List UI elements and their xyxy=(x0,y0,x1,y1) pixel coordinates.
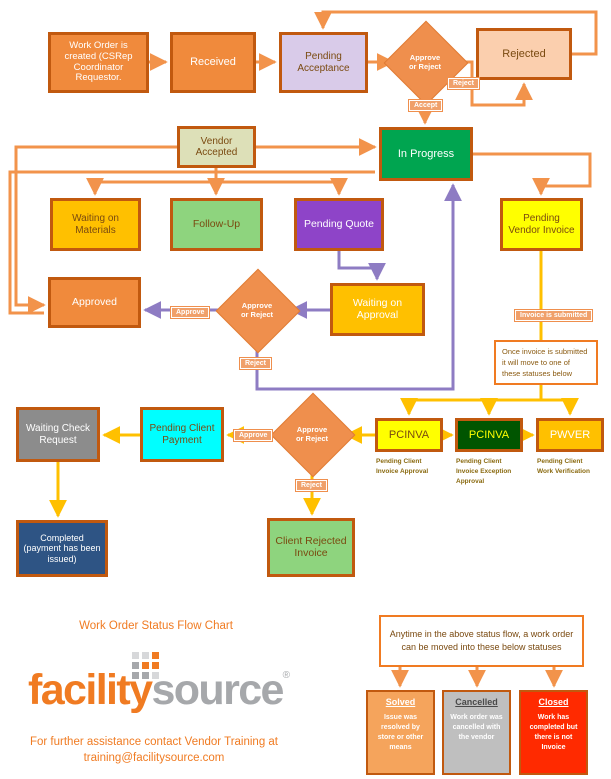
node-pending-client-payment[interactable]: Pending Client Payment xyxy=(140,407,224,462)
status-cancelled[interactable]: Cancelled Work order was cancelled with t… xyxy=(442,690,511,775)
node-label: Waiting Check Request xyxy=(25,423,91,446)
node-waiting-on-approval[interactable]: Waiting on Approval xyxy=(330,283,425,336)
decision-label-approve-or-reject-quote: Approve or Reject xyxy=(227,296,287,324)
node-vendor-accepted[interactable]: Vendor Accepted xyxy=(177,126,256,168)
node-label: Follow-Up xyxy=(192,217,241,230)
decision-label-approve-or-reject-invoice: Approve or Reject xyxy=(282,420,342,448)
logo-word-facility: facility xyxy=(28,666,153,714)
page-title: Work Order Status Flow Chart xyxy=(79,620,233,632)
decision-label-line2: or Reject xyxy=(295,434,329,443)
edge-label-tag-reject-invoice: Reject xyxy=(296,480,328,491)
edge-label-tag-reject-quote: Reject xyxy=(240,358,272,369)
callout-invoice-statuses: Once invoice is submitted it will move t… xyxy=(494,340,598,385)
decision-label-line2: or Reject xyxy=(408,62,442,71)
subnote-pcinva-exception: Pending Client Invoice Exception Approva… xyxy=(456,458,512,486)
node-label: In Progress xyxy=(397,147,455,160)
status-title: Cancelled xyxy=(455,697,498,707)
node-completed[interactable]: Completed (payment has been issued) xyxy=(16,520,108,577)
node-pcinva[interactable]: PCINVA xyxy=(375,418,443,452)
node-in-progress[interactable]: In Progress xyxy=(379,127,473,181)
decision-label-line1: Approve xyxy=(241,300,273,310)
decision-label-line2: or Reject xyxy=(240,310,274,319)
node-label: PCINVA xyxy=(468,428,510,441)
contact-text: For further assistance contact Vendor Tr… xyxy=(29,736,279,764)
node-pending-quote[interactable]: Pending Quote xyxy=(294,198,384,251)
node-label: Waiting on Approval xyxy=(352,296,403,321)
status-closed[interactable]: Closed Work has completed but there is no… xyxy=(519,690,588,775)
node-pwver[interactable]: PWVER xyxy=(536,418,604,452)
logo-wordmark: facilitysource xyxy=(28,666,284,715)
edge-label-tag-reject-acceptance: Reject xyxy=(448,78,480,89)
node-received[interactable]: Received xyxy=(170,32,256,93)
node-label: Work Order is created (CSRep Coordinator… xyxy=(64,40,133,84)
node-label: Approved xyxy=(72,295,117,308)
status-body: Work order was cancelled with the vendor xyxy=(450,714,503,742)
node-label: Waiting on Materials xyxy=(72,213,119,236)
decision-label-line1: Approve xyxy=(296,424,328,434)
node-label: Vendor Accepted xyxy=(195,135,238,158)
callout-anytime-statuses: Anytime in the above status flow, a work… xyxy=(379,615,584,667)
edge-label-tag-invoice-submitted: Invoice is submitted xyxy=(515,310,593,321)
node-label: Pending Client Payment xyxy=(149,423,215,446)
node-label: Rejected xyxy=(502,47,546,60)
node-pcinva-exception[interactable]: PCINVA xyxy=(455,418,523,452)
status-body: Issue was resolved by store or other mea… xyxy=(377,714,424,752)
node-pending-acceptance[interactable]: Pending Acceptance xyxy=(279,32,368,93)
node-label: Pending Acceptance xyxy=(297,51,350,74)
node-waiting-check-request[interactable]: Waiting Check Request xyxy=(16,407,100,462)
logo-word-source: source xyxy=(151,666,284,714)
node-label: Client Rejected Invoice xyxy=(275,534,347,559)
subnote-pwver: Pending Client Work Verification xyxy=(537,458,590,476)
registered-mark: ® xyxy=(282,670,290,681)
node-waiting-on-materials[interactable]: Waiting on Materials xyxy=(50,198,141,251)
node-work-order-created[interactable]: Work Order is created (CSRep Coordinator… xyxy=(48,32,149,93)
status-title: Closed xyxy=(538,697,569,707)
decision-label-line1: Approve xyxy=(409,52,441,62)
node-pending-vendor-invoice[interactable]: Pending Vendor Invoice xyxy=(500,198,583,251)
node-label: Pending Quote xyxy=(303,217,375,230)
status-solved[interactable]: Solved Issue was resolved by store or oth… xyxy=(366,690,435,775)
edge-label-tag-accept: Accept xyxy=(409,100,443,111)
flowchart-canvas: Work Order is created (CSRep Coordinator… xyxy=(0,0,611,779)
status-body: Work has completed but there is not Invo… xyxy=(529,714,578,752)
subnote-pcinva: Pending Client Invoice Approval xyxy=(376,458,429,476)
edge-label-tag-approve-invoice: Approve xyxy=(234,430,273,441)
node-label: PCINVA xyxy=(388,428,430,441)
edge-label-tag-approve-quote: Approve xyxy=(171,307,210,318)
node-approved[interactable]: Approved xyxy=(48,277,141,328)
status-title: Solved xyxy=(385,697,416,707)
decision-label-approve-or-reject-acceptance: Approve or Reject xyxy=(395,48,455,76)
node-follow-up[interactable]: Follow-Up xyxy=(170,198,263,251)
node-label: PWVER xyxy=(549,428,591,441)
node-client-rejected-invoice[interactable]: Client Rejected Invoice xyxy=(267,518,355,577)
node-label: Completed (payment has been issued) xyxy=(23,533,101,564)
facilitysource-logo: facilitysource ® xyxy=(28,650,290,720)
node-label: Received xyxy=(190,56,236,69)
node-label: Pending Vendor Invoice xyxy=(508,213,575,236)
node-rejected[interactable]: Rejected xyxy=(476,28,572,80)
